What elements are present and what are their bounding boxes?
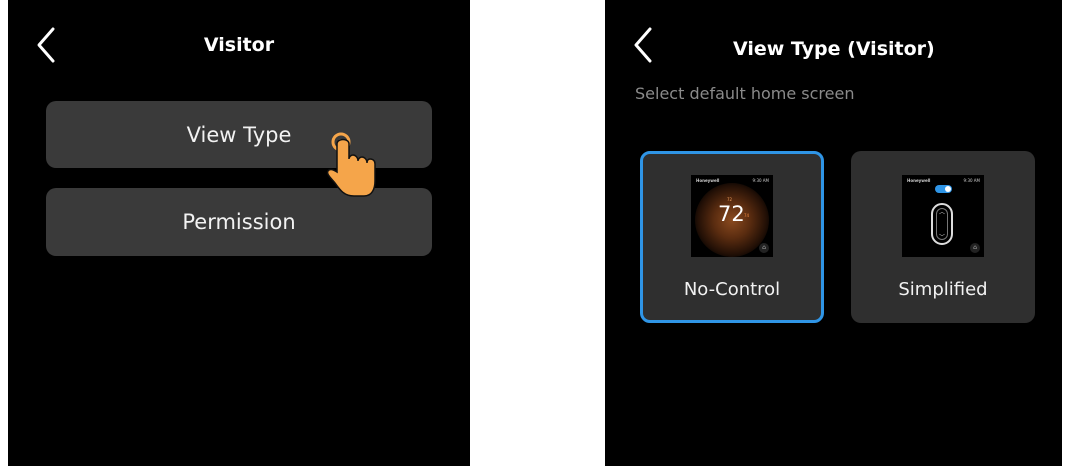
no-control-option[interactable]: Honeywell 9:30 AM 72 72 74 ⌂ No-Control <box>640 151 824 323</box>
toggle-icon <box>935 185 952 193</box>
back-button[interactable] <box>631 26 661 66</box>
temperature-capsule: ︿ ﹀ <box>931 203 953 245</box>
chevron-left-icon <box>634 27 652 63</box>
preview-temperature: 72 <box>718 202 745 226</box>
permission-label: Permission <box>182 210 296 234</box>
home-icon: ⌂ <box>970 243 980 253</box>
chevron-up-icon: ︿ <box>938 209 945 216</box>
no-control-preview: Honeywell 9:30 AM 72 72 74 ⌂ <box>691 175 773 257</box>
no-control-label: No-Control <box>683 279 781 300</box>
visitor-screen: Visitor View Type Permission <box>8 0 470 466</box>
preview-brand: Honeywell <box>696 178 720 183</box>
view-type-screen: View Type (Visitor) Select default home … <box>605 0 1062 466</box>
page-title: Visitor <box>203 34 275 56</box>
simplified-option[interactable]: Honeywell 9:30 AM ︿ ﹀ ⌂ Simplified <box>851 151 1035 323</box>
page-title: View Type (Visitor) <box>733 38 935 60</box>
page-subtitle: Select default home screen <box>635 84 855 103</box>
view-type-label: View Type <box>186 122 292 147</box>
preview-outdoor-temp: 74 <box>744 213 750 218</box>
home-icon: ⌂ <box>759 243 769 253</box>
preview-time: 9:30 AM <box>752 178 769 183</box>
pointing-hand-icon <box>326 132 376 197</box>
chevron-down-icon: ﹀ <box>938 234 945 241</box>
simplified-preview: Honeywell 9:30 AM ︿ ﹀ ⌂ <box>902 175 984 257</box>
simplified-label: Simplified <box>898 279 988 300</box>
preview-time: 9:30 AM <box>963 178 980 183</box>
preview-brand: Honeywell <box>907 178 931 183</box>
